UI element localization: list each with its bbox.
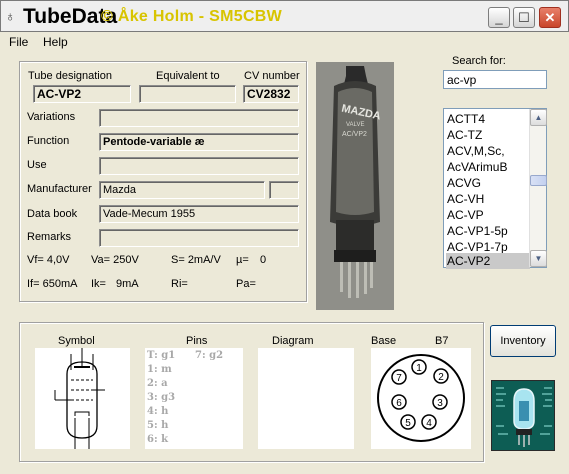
use-label: Use — [27, 159, 47, 171]
s-value: S= 2mA/V — [171, 254, 221, 266]
list-item[interactable]: ACVG — [446, 175, 530, 191]
pentode-symbol-icon — [54, 348, 105, 449]
title-bar: ♁ TubeData © Åke Holm - SM5CBW _ ☐ ✕ — [0, 0, 569, 32]
tube-sub-text: VALVE — [346, 122, 364, 128]
base-pin-2: 2 — [438, 372, 444, 383]
tube-type-text: AC/VP2 — [342, 131, 367, 138]
tube-list[interactable]: ACTT4 AC-TZ ACV,M,Sc, AcVArimuB ACVG AC-… — [443, 108, 547, 269]
tube-logo-icon — [492, 381, 554, 450]
pin-entry: 1: m — [147, 364, 172, 375]
pin-entry: 3: g3 — [147, 392, 176, 403]
ik-value: 9mA — [116, 278, 139, 290]
remarks-field[interactable] — [99, 229, 299, 247]
symbol-box — [35, 348, 130, 449]
title-credit: © Åke Holm - SM5CBW — [101, 8, 283, 25]
base-pin-6: 6 — [396, 398, 402, 409]
cv-field[interactable]: CV2832 — [243, 85, 299, 103]
variations-field[interactable] — [99, 109, 299, 127]
chevron-up-icon: ▲ — [534, 113, 543, 122]
base-pin-7: 7 — [396, 373, 402, 384]
list-item[interactable]: AC-TZ — [446, 127, 530, 143]
equivalent-label: Equivalent to — [156, 70, 220, 82]
manufacturer-extra-field[interactable] — [269, 181, 299, 199]
list-item[interactable]: ACV,M,Sc, — [446, 143, 530, 159]
close-button[interactable]: ✕ — [539, 7, 561, 28]
search-input[interactable] — [443, 70, 547, 89]
if-value: If= 650mA — [27, 278, 78, 290]
vf-value: Vf= 4,0V — [27, 254, 70, 266]
base-value: B7 — [435, 335, 449, 347]
maximize-button[interactable]: ☐ — [513, 7, 535, 28]
list-item[interactable]: AC-VH — [446, 191, 530, 207]
pin-entry: 7: g2 — [195, 350, 224, 361]
list-item[interactable]: AC-VP — [446, 207, 530, 223]
list-item[interactable]: AcVArimuB — [446, 159, 530, 175]
ik-label: Ik= — [91, 278, 106, 290]
tube-logo[interactable] — [491, 380, 555, 451]
minimize-icon: _ — [495, 10, 503, 25]
diagram-label: Diagram — [272, 335, 314, 347]
inventory-button[interactable]: Inventory — [490, 325, 556, 357]
base-pinout-icon: 1 2 3 4 5 6 7 — [377, 354, 465, 442]
tube-icon[interactable]: ♁ — [5, 8, 16, 24]
use-field[interactable] — [99, 157, 299, 175]
databook-field[interactable]: Vade-Mecum 1955 — [99, 205, 299, 223]
function-label: Function — [27, 135, 70, 147]
menu-bar: File Help — [0, 32, 569, 52]
list-item[interactable]: ACTT4 — [446, 111, 530, 127]
cv-label: CV number — [244, 70, 300, 82]
pin-entry: 2: a — [147, 378, 168, 389]
designation-label: Tube designation — [28, 70, 112, 82]
base-label: Base — [371, 335, 397, 347]
pin-entry: T: g1 — [147, 350, 176, 361]
designation-field[interactable]: AC-VP2 — [33, 85, 131, 103]
equivalent-field[interactable] — [139, 85, 236, 103]
manufacturer-field[interactable]: Mazda — [99, 181, 265, 199]
databook-label: Data book — [27, 208, 78, 220]
function-field[interactable]: Pentode-variable æ — [99, 133, 299, 151]
base-pin-3: 3 — [437, 398, 443, 409]
mu-label: µ= — [236, 254, 249, 266]
va-value: Va= 250V — [91, 254, 139, 266]
close-icon: ✕ — [544, 10, 556, 25]
base-pin-5: 5 — [405, 418, 411, 429]
pins-label: Pins — [186, 335, 208, 347]
list-item[interactable]: AC-VP1-5p — [446, 223, 530, 239]
base-pin-1: 1 — [416, 363, 422, 374]
list-item-selected[interactable]: AC-VP2 — [446, 253, 530, 269]
scroll-down-button[interactable]: ▼ — [530, 250, 547, 267]
mu-value: 0 — [260, 254, 267, 266]
ri-label: Ri= — [171, 278, 188, 290]
base-box: 1 2 3 4 5 6 7 — [371, 348, 471, 449]
pins-box: T: g1 7: g2 1: m 2: a 3: g3 4: h 5: h 6:… — [145, 348, 243, 449]
scroll-thumb[interactable] — [530, 175, 547, 186]
remarks-label: Remarks — [27, 231, 72, 243]
manufacturer-label: Manufacturer — [27, 183, 92, 195]
variations-label: Variations — [27, 111, 76, 123]
pin-entry: 6: k — [147, 434, 169, 445]
menu-file[interactable]: File — [9, 35, 28, 49]
tube-photo: MAZDA VALVE AC/VP2 — [316, 62, 394, 310]
menu-help[interactable]: Help — [43, 35, 68, 49]
pin-entry: 4: h — [147, 406, 169, 417]
maximize-icon: ☐ — [518, 10, 530, 25]
search-label: Search for: — [452, 55, 506, 67]
chevron-down-icon: ▼ — [534, 254, 543, 263]
pin-entry: 5: h — [147, 420, 169, 431]
base-pin-4: 4 — [426, 418, 432, 429]
symbol-label: Symbol — [58, 335, 95, 347]
list-scrollbar[interactable]: ▲ ▼ — [529, 109, 547, 267]
scroll-up-button[interactable]: ▲ — [530, 109, 547, 126]
diagram-box — [258, 348, 354, 449]
minimize-button[interactable]: _ — [488, 7, 510, 28]
tube-photo-graphic: MAZDA VALVE AC/VP2 — [316, 62, 394, 310]
pa-label: Pa= — [236, 278, 256, 290]
